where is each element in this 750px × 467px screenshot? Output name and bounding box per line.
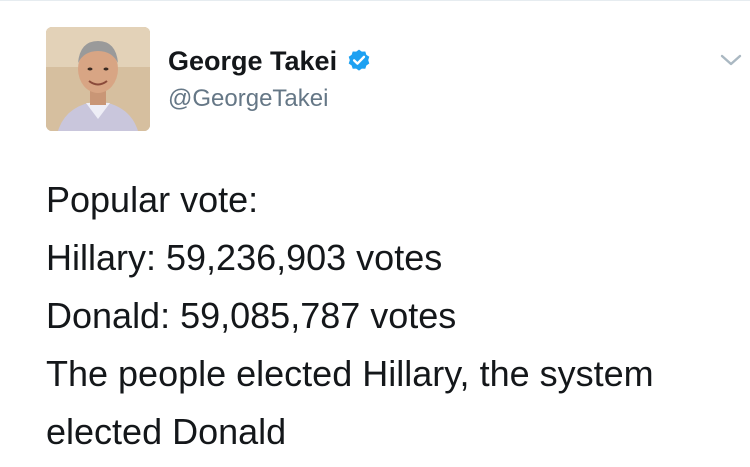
chevron-down-icon[interactable] xyxy=(720,53,742,67)
tweet-text: Popular vote: Hillary: 59,236,903 votes … xyxy=(46,171,736,461)
tweet-text-line: Hillary: 59,236,903 votes xyxy=(46,237,443,278)
author-name-row[interactable]: George Takei xyxy=(168,45,372,77)
author-display-name[interactable]: George Takei xyxy=(168,45,337,77)
tweet-card: George Takei @GeorgeTakei Popular vote: … xyxy=(0,0,750,467)
verified-check-icon xyxy=(346,48,372,74)
tweet-text-line: Donald: 59,085,787 votes xyxy=(46,295,457,336)
author-handle[interactable]: @GeorgeTakei xyxy=(168,85,328,113)
tweet-text-line: elected Donald xyxy=(46,411,287,452)
tweet-text-line: Popular vote: xyxy=(46,179,259,220)
profile-photo-icon xyxy=(46,27,150,131)
tweet-text-line: The people elected Hillary, the system xyxy=(46,353,654,394)
avatar[interactable] xyxy=(46,27,150,131)
